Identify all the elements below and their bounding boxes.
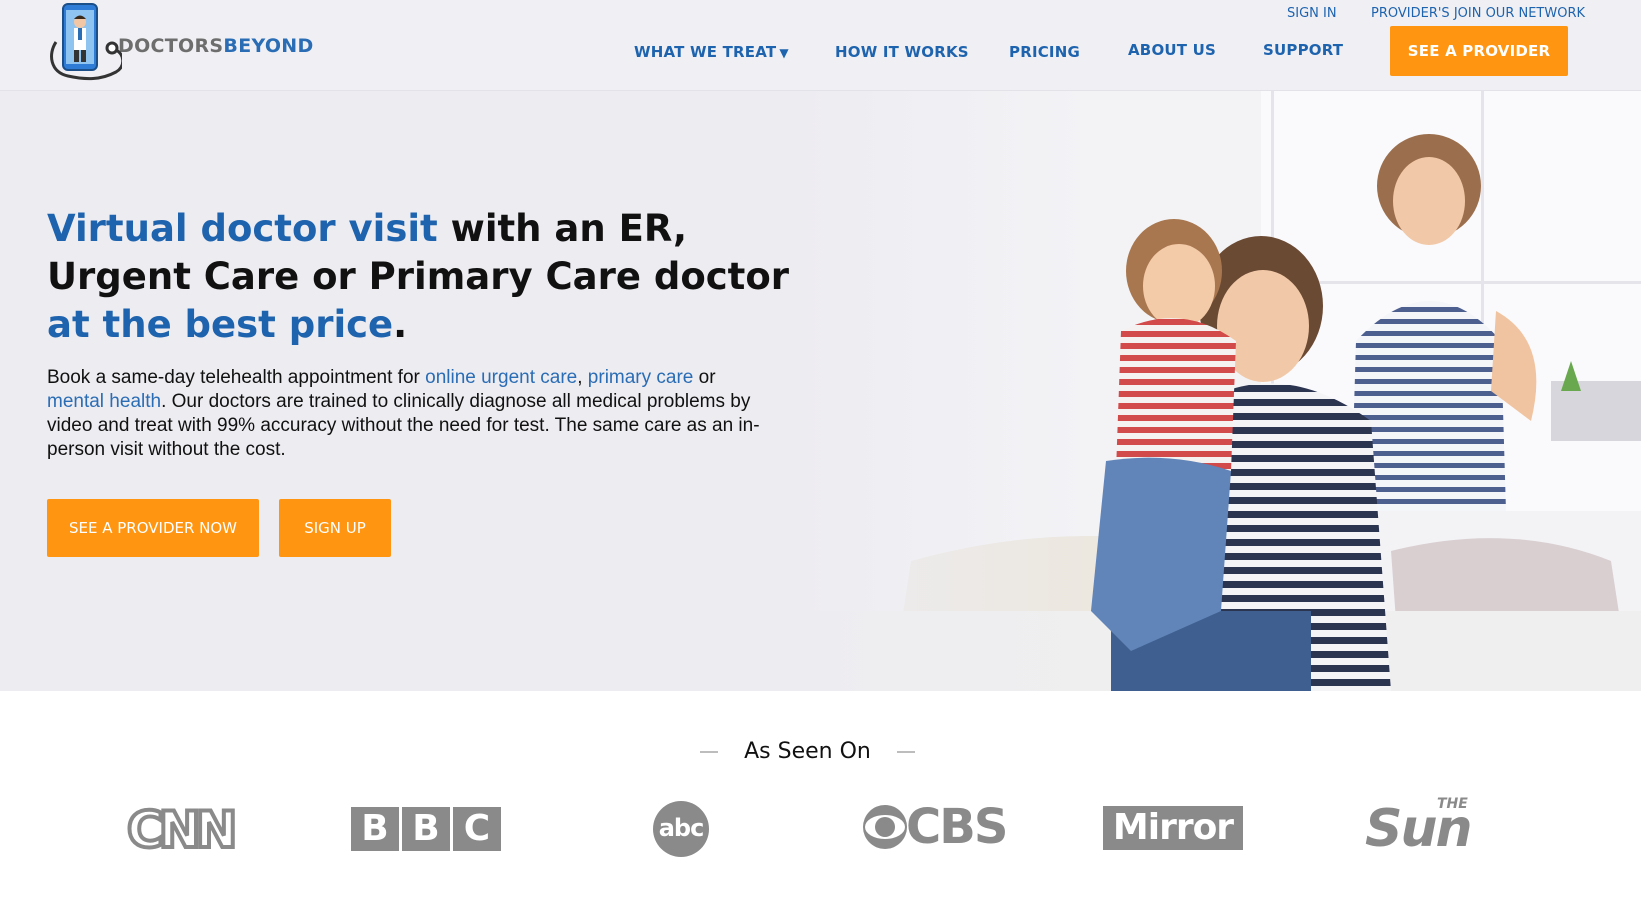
nav-pricing[interactable]: PRICING	[1009, 43, 1080, 61]
abc-logo: abc	[653, 801, 709, 857]
headline-period: .	[393, 303, 408, 346]
nav-how-it-works[interactable]: HOW IT WORKS	[835, 43, 969, 61]
nav-what-we-treat[interactable]: WHAT WE TREAT ▼	[634, 43, 789, 61]
mirror-logo: Mirror	[1103, 806, 1243, 850]
nav-support[interactable]: SUPPORT	[1263, 41, 1343, 59]
cbs-logo: CBS	[862, 799, 1008, 855]
site-header: DOCTORSBEYOND SIGN IN PROVIDER'S JOIN OU…	[0, 0, 1641, 91]
bbc-logo: B B C	[351, 807, 501, 851]
brand-name-part1: DOCTORS	[118, 35, 224, 57]
bbc-letter-3: C	[453, 807, 501, 851]
title-dash-right	[896, 751, 915, 753]
mental-health-link[interactable]: mental health	[47, 391, 161, 412]
cbs-wordmark: CBS	[906, 799, 1008, 855]
primary-care-link[interactable]: primary care	[588, 367, 694, 388]
sign-up-button[interactable]: SIGN UP	[279, 499, 391, 557]
cnn-logo: CNN	[125, 799, 239, 861]
headline-highlight-1: Virtual doctor visit	[47, 207, 438, 250]
hero-text-2: ,	[577, 367, 588, 388]
caret-down-icon: ▼	[779, 46, 789, 60]
nav-about-us[interactable]: ABOUT US	[1128, 41, 1216, 59]
hero-text-3: or	[693, 367, 716, 388]
family-hero-image	[791, 91, 1641, 691]
as-seen-on-title: As Seen On	[0, 739, 1615, 764]
page: DOCTORSBEYOND SIGN IN PROVIDER'S JOIN OU…	[0, 0, 1641, 907]
the-sun-logo: THE Sun	[1365, 797, 1515, 859]
as-seen-on-label: As Seen On	[744, 739, 871, 764]
hero-headline: Virtual doctor visit with an ER, Urgent …	[47, 205, 827, 349]
title-dash-left	[700, 751, 719, 753]
the-sun-wordmark: Sun	[1365, 799, 1472, 859]
online-urgent-care-link[interactable]: online urgent care	[425, 367, 577, 388]
see-a-provider-button[interactable]: SEE A PROVIDER	[1390, 26, 1568, 76]
headline-highlight-2: at the best price	[47, 303, 394, 346]
doctor-phone-stethoscope-icon	[50, 3, 122, 81]
hero-description: Book a same-day telehealth appointment f…	[47, 366, 767, 462]
see-a-provider-now-button[interactable]: SEE A PROVIDER NOW	[47, 499, 259, 557]
bbc-letter-2: B	[402, 807, 450, 851]
cbs-eye-icon	[863, 805, 907, 849]
brand-logo[interactable]: DOCTORSBEYOND	[46, 2, 314, 82]
hero-text-1: Book a same-day telehealth appointment f…	[47, 367, 426, 388]
providers-join-link[interactable]: PROVIDER'S JOIN OUR NETWORK	[1371, 6, 1585, 21]
sign-in-link[interactable]: SIGN IN	[1287, 6, 1337, 21]
nav-what-we-treat-label: WHAT WE TREAT	[634, 43, 777, 61]
brand-name-part2: BEYOND	[223, 35, 314, 57]
brand-wordmark: DOCTORSBEYOND	[118, 35, 314, 57]
bbc-letter-1: B	[351, 807, 399, 851]
as-seen-on-section: As Seen On CNN B B C abc CBS Mirror THE	[0, 691, 1641, 907]
hero-section: Virtual doctor visit with an ER, Urgent …	[0, 91, 1641, 691]
